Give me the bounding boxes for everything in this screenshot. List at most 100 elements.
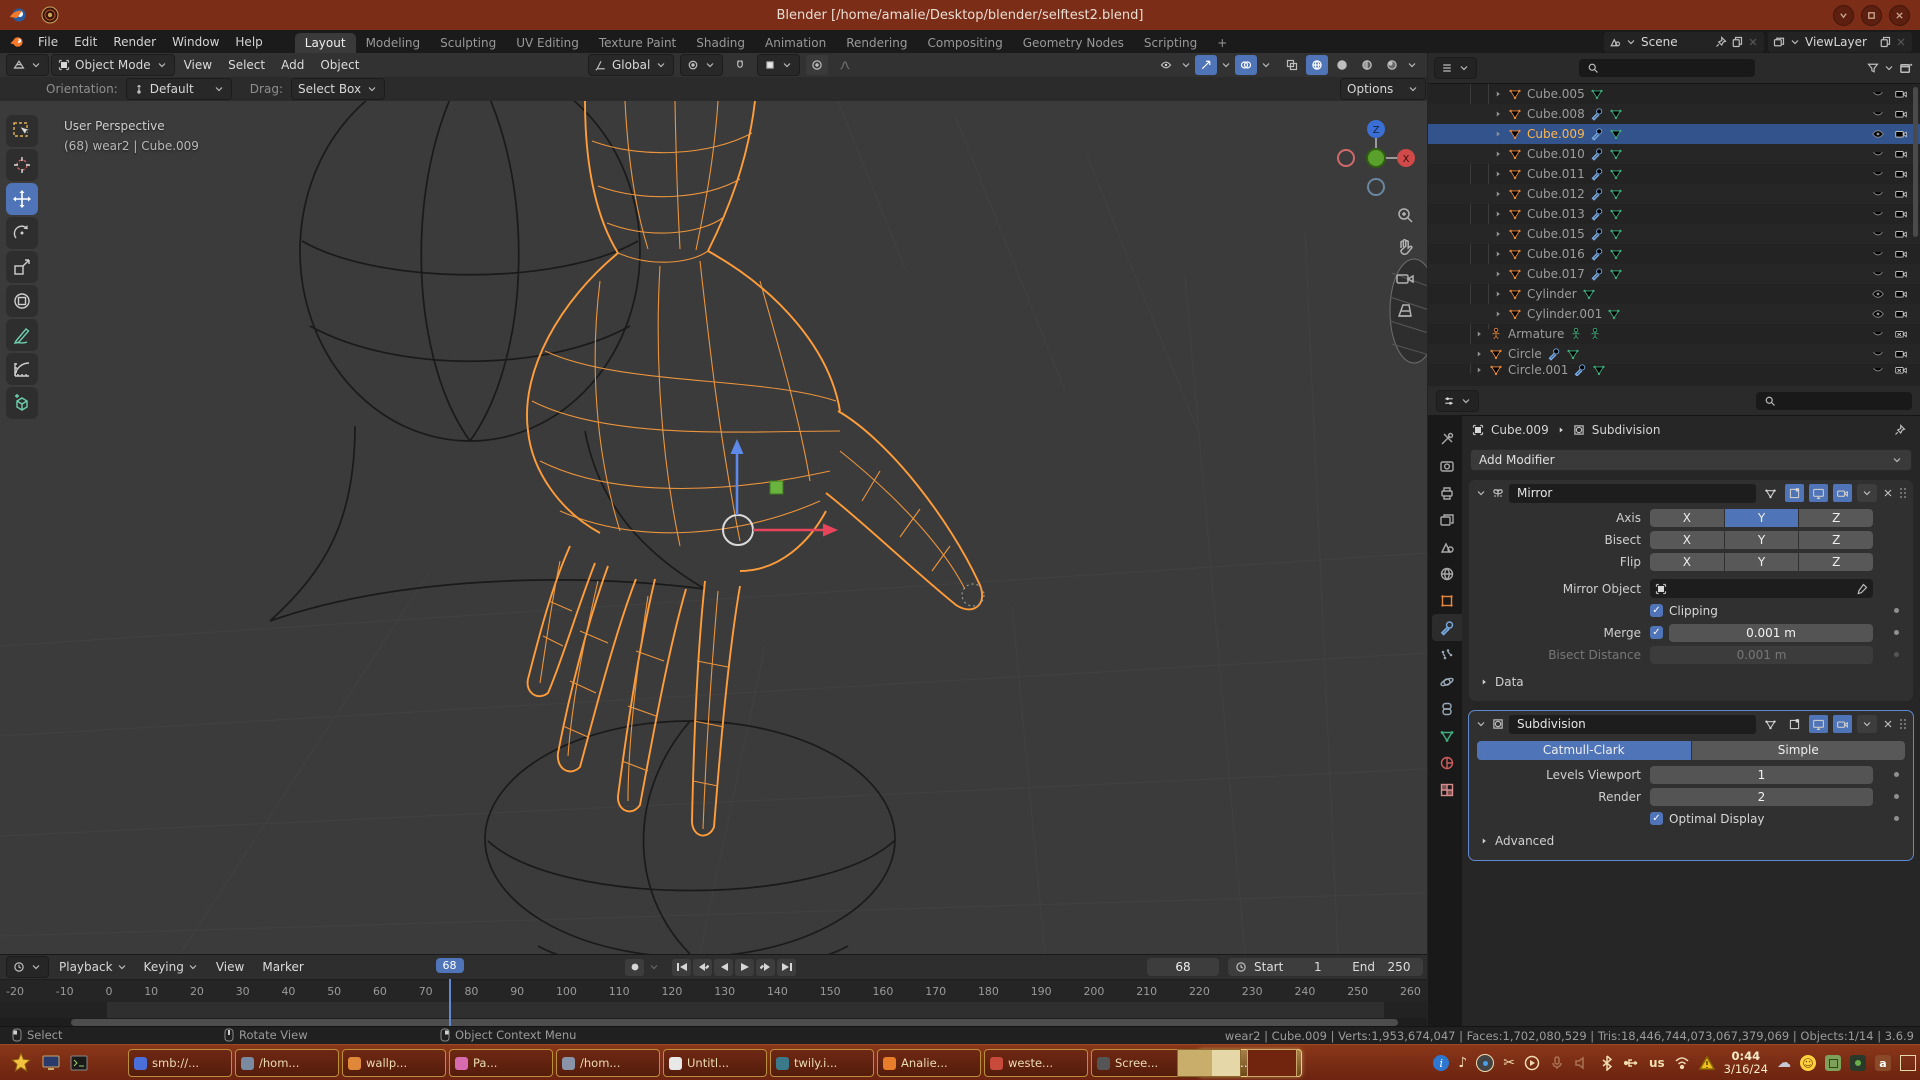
workspace-2[interactable] bbox=[1247, 1049, 1297, 1077]
start-menu-icon[interactable] bbox=[10, 1052, 32, 1074]
menu-item[interactable]: File bbox=[30, 33, 66, 51]
render-visibility-icon[interactable] bbox=[1894, 307, 1908, 321]
object-data-icon[interactable] bbox=[1609, 267, 1623, 281]
realtime-display-toggle[interactable] bbox=[1809, 715, 1828, 733]
bluetooth-tray-icon[interactable] bbox=[1599, 1055, 1615, 1071]
outliner-row[interactable]: Cylinder bbox=[1428, 284, 1920, 304]
workspace-tab[interactable]: Sculpting bbox=[430, 33, 506, 53]
properties-tab[interactable] bbox=[1432, 614, 1462, 641]
outliner-row[interactable]: Cube.010 bbox=[1428, 144, 1920, 164]
expand-arrow-icon[interactable] bbox=[1474, 349, 1484, 359]
expand-arrow-icon[interactable] bbox=[1493, 269, 1503, 279]
axis-button[interactable]: X bbox=[1650, 553, 1724, 571]
viewlayer-selector[interactable]: ViewLayer bbox=[1768, 32, 1912, 52]
proportional-editing-toggle[interactable] bbox=[806, 55, 828, 75]
edit-mode-toggle[interactable] bbox=[1785, 484, 1804, 502]
viewport-menu-item[interactable]: Add bbox=[274, 56, 311, 74]
object-data-icon[interactable] bbox=[1609, 107, 1623, 121]
alert-tray-icon[interactable] bbox=[1699, 1055, 1715, 1071]
toolbar-tool-button[interactable] bbox=[6, 217, 38, 249]
properties-tab[interactable] bbox=[1432, 425, 1462, 452]
gizmos-toggle[interactable] bbox=[1195, 55, 1217, 75]
workspace-tab[interactable]: Geometry Nodes bbox=[1013, 33, 1134, 53]
toolbar-tool-button[interactable] bbox=[6, 319, 38, 351]
next-keyframe-button[interactable] bbox=[756, 959, 775, 976]
taskbar-task-button[interactable]: weste... bbox=[984, 1049, 1088, 1077]
expand-arrow-icon[interactable] bbox=[1493, 309, 1503, 319]
modifier-extras-dropdown[interactable] bbox=[1857, 715, 1877, 733]
outliner-row[interactable]: Cube.017 bbox=[1428, 264, 1920, 284]
clipboard-cut-tray-icon[interactable]: ✂ bbox=[1503, 1055, 1515, 1071]
toolbar-tool-button[interactable] bbox=[6, 183, 38, 215]
modifier-wrench-icon[interactable] bbox=[1590, 247, 1604, 261]
camera-view-icon[interactable] bbox=[1395, 269, 1415, 289]
hide-eye-icon[interactable] bbox=[1871, 247, 1885, 261]
outliner-row[interactable]: Cube.005 bbox=[1428, 84, 1920, 104]
breadcrumb-modifier[interactable]: Subdivision bbox=[1592, 423, 1661, 437]
modifier-extras-dropdown[interactable] bbox=[1857, 484, 1877, 502]
object-data-icon[interactable] bbox=[1607, 307, 1621, 321]
object-type-icon[interactable] bbox=[1508, 207, 1522, 221]
modifier-wrench-icon[interactable] bbox=[1590, 107, 1604, 121]
timeline-ruler[interactable]: -20 -10 0 10 20 30 40 50 60 70 80 9 bbox=[0, 979, 1427, 1002]
filter-icon[interactable] bbox=[1867, 62, 1879, 74]
timeline-scroll-thumb[interactable] bbox=[71, 1019, 1398, 1026]
outliner-row[interactable]: Circle bbox=[1428, 344, 1920, 364]
drag-dropdown[interactable]: Select Box bbox=[291, 78, 385, 100]
expand-arrow-icon[interactable] bbox=[1474, 329, 1484, 339]
object-type-icon[interactable] bbox=[1508, 247, 1522, 261]
object-data-icon[interactable] bbox=[1609, 187, 1623, 201]
clipping-checkbox[interactable]: ✓ bbox=[1650, 604, 1663, 617]
properties-tab[interactable] bbox=[1432, 452, 1462, 479]
object-data-icon[interactable] bbox=[1569, 327, 1583, 341]
properties-tab[interactable] bbox=[1432, 776, 1462, 803]
jump-to-end-button[interactable] bbox=[777, 959, 796, 976]
object-type-icon[interactable] bbox=[1489, 327, 1503, 341]
overlays-toggle[interactable] bbox=[1235, 55, 1257, 75]
play-tray-icon[interactable] bbox=[1524, 1055, 1540, 1071]
hide-eye-icon[interactable] bbox=[1871, 287, 1885, 301]
menu-item[interactable]: Render bbox=[105, 33, 164, 51]
object-type-icon[interactable] bbox=[1508, 167, 1522, 181]
hide-eye-icon[interactable] bbox=[1871, 364, 1885, 376]
object-data-icon[interactable] bbox=[1609, 147, 1623, 161]
pose-data-icon[interactable] bbox=[1588, 327, 1602, 341]
taskbar-task-button[interactable]: Analie... bbox=[877, 1049, 981, 1077]
calculator-tray-icon[interactable] bbox=[1825, 1055, 1841, 1071]
microphone-tray-icon[interactable] bbox=[1549, 1055, 1565, 1071]
navigation-gizmo[interactable]: Z X bbox=[1333, 115, 1419, 201]
expand-arrow-icon[interactable] bbox=[1493, 189, 1503, 199]
object-data-icon[interactable] bbox=[1609, 207, 1623, 221]
taskbar-task-button[interactable]: wallp... bbox=[342, 1049, 446, 1077]
render-visibility-icon[interactable] bbox=[1894, 247, 1908, 261]
hide-eye-icon[interactable] bbox=[1871, 307, 1885, 321]
axis-button[interactable]: X bbox=[1650, 509, 1724, 527]
pivot-point-selector[interactable] bbox=[680, 54, 723, 76]
object-name[interactable]: Cube.012 bbox=[1527, 187, 1585, 201]
advanced-section-toggle[interactable]: Advanced bbox=[1469, 830, 1913, 852]
object-data-icon[interactable] bbox=[1592, 364, 1606, 376]
outliner-scrollbar[interactable] bbox=[1913, 87, 1918, 237]
object-type-icon[interactable] bbox=[1508, 267, 1522, 281]
object-data-icon[interactable] bbox=[1609, 127, 1623, 141]
object-type-icon[interactable] bbox=[1508, 287, 1522, 301]
object-name[interactable]: Cube.017 bbox=[1527, 267, 1585, 281]
toolbar-tool-button[interactable] bbox=[6, 387, 38, 419]
data-section-toggle[interactable]: Data bbox=[1469, 671, 1913, 693]
render-visibility-icon[interactable] bbox=[1894, 187, 1908, 201]
outliner-display-mode[interactable] bbox=[1434, 57, 1477, 79]
outliner-row[interactable]: Circle.001 bbox=[1428, 364, 1920, 376]
properties-tab[interactable] bbox=[1432, 695, 1462, 722]
render-visibility-icon[interactable] bbox=[1894, 147, 1908, 161]
clipping-checkbox-row[interactable]: ✓ Clipping bbox=[1650, 604, 1718, 618]
modifier-wrench-icon[interactable] bbox=[1590, 267, 1604, 281]
snap-toggle[interactable] bbox=[729, 55, 751, 75]
on-cage-toggle[interactable] bbox=[1761, 715, 1780, 733]
render-visibility-icon[interactable] bbox=[1894, 167, 1908, 181]
object-name[interactable]: Cube.005 bbox=[1527, 87, 1585, 101]
properties-tab[interactable] bbox=[1432, 479, 1462, 506]
blender-app-menu-icon[interactable] bbox=[8, 34, 26, 50]
delete-viewlayer-icon[interactable] bbox=[1895, 36, 1907, 48]
move-gizmo[interactable] bbox=[723, 439, 838, 545]
render-toggle[interactable] bbox=[1833, 715, 1852, 733]
